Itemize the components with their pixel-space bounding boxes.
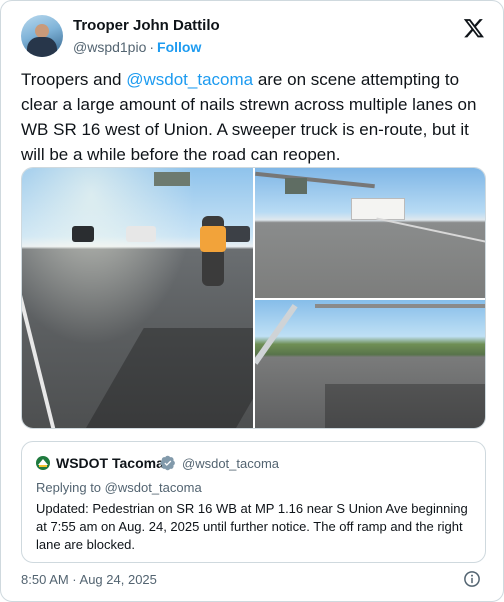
tweet-card: Trooper John Dattilo @wspd1pio · Follow Tr…	[0, 0, 504, 602]
photo-1-overhead-sign	[154, 172, 190, 186]
author-avatar[interactable]	[21, 15, 63, 57]
photo-1-safety-vest	[200, 226, 226, 252]
avatar-head	[35, 24, 49, 38]
mention-link[interactable]: @wsdot_tacoma	[126, 70, 253, 89]
replying-to: Replying to @wsdot_tacoma	[36, 480, 202, 495]
avatar-body	[27, 37, 57, 57]
photo-3-guardrail	[255, 303, 298, 365]
photo-2[interactable]	[255, 168, 485, 298]
quoted-author-name[interactable]: WSDOT Tacoma	[56, 455, 164, 471]
quoted-tweet[interactable]: WSDOT Tacoma @wsdot_tacoma Replying to @…	[21, 441, 486, 563]
photo-1-car	[72, 226, 94, 242]
separator-dot: ·	[149, 39, 155, 55]
tweet-text: Troopers and @wsdot_tacoma are on scene …	[21, 67, 491, 167]
verified-badge-icon	[160, 455, 175, 471]
photo-grid	[21, 167, 486, 429]
tweet-text-before: Troopers and	[21, 70, 127, 89]
quoted-author-handle[interactable]: @wsdot_tacoma	[182, 456, 279, 471]
quoted-tweet-text: Updated: Pedestrian on SR 16 WB at MP 1.…	[36, 501, 468, 552]
follow-button[interactable]: Follow	[157, 39, 201, 55]
photo-3-gantry	[315, 304, 485, 308]
photo-3-shadow	[325, 384, 485, 428]
author-handle-row: @wspd1pio · Follow	[73, 39, 201, 55]
wsdot-logo-icon	[36, 456, 50, 470]
replying-prefix: Replying to	[36, 480, 105, 495]
x-logo-icon[interactable]	[463, 17, 485, 39]
photo-2-gantry	[255, 171, 375, 189]
photo-2-overhead-sign	[285, 178, 307, 194]
tweet-timestamp[interactable]: 8:50 AM · Aug 24, 2025	[21, 572, 157, 587]
author-handle[interactable]: @wspd1pio	[73, 39, 146, 55]
photo-2-truck	[351, 198, 405, 220]
author-display-name[interactable]: Trooper John Dattilo	[73, 17, 220, 34]
info-icon[interactable]	[463, 570, 481, 588]
photo-2-lane-line	[376, 217, 485, 249]
photo-1[interactable]	[22, 168, 253, 428]
replying-to-handle[interactable]: @wsdot_tacoma	[105, 480, 202, 495]
photo-3[interactable]	[255, 300, 485, 428]
photo-1-car	[126, 226, 156, 242]
